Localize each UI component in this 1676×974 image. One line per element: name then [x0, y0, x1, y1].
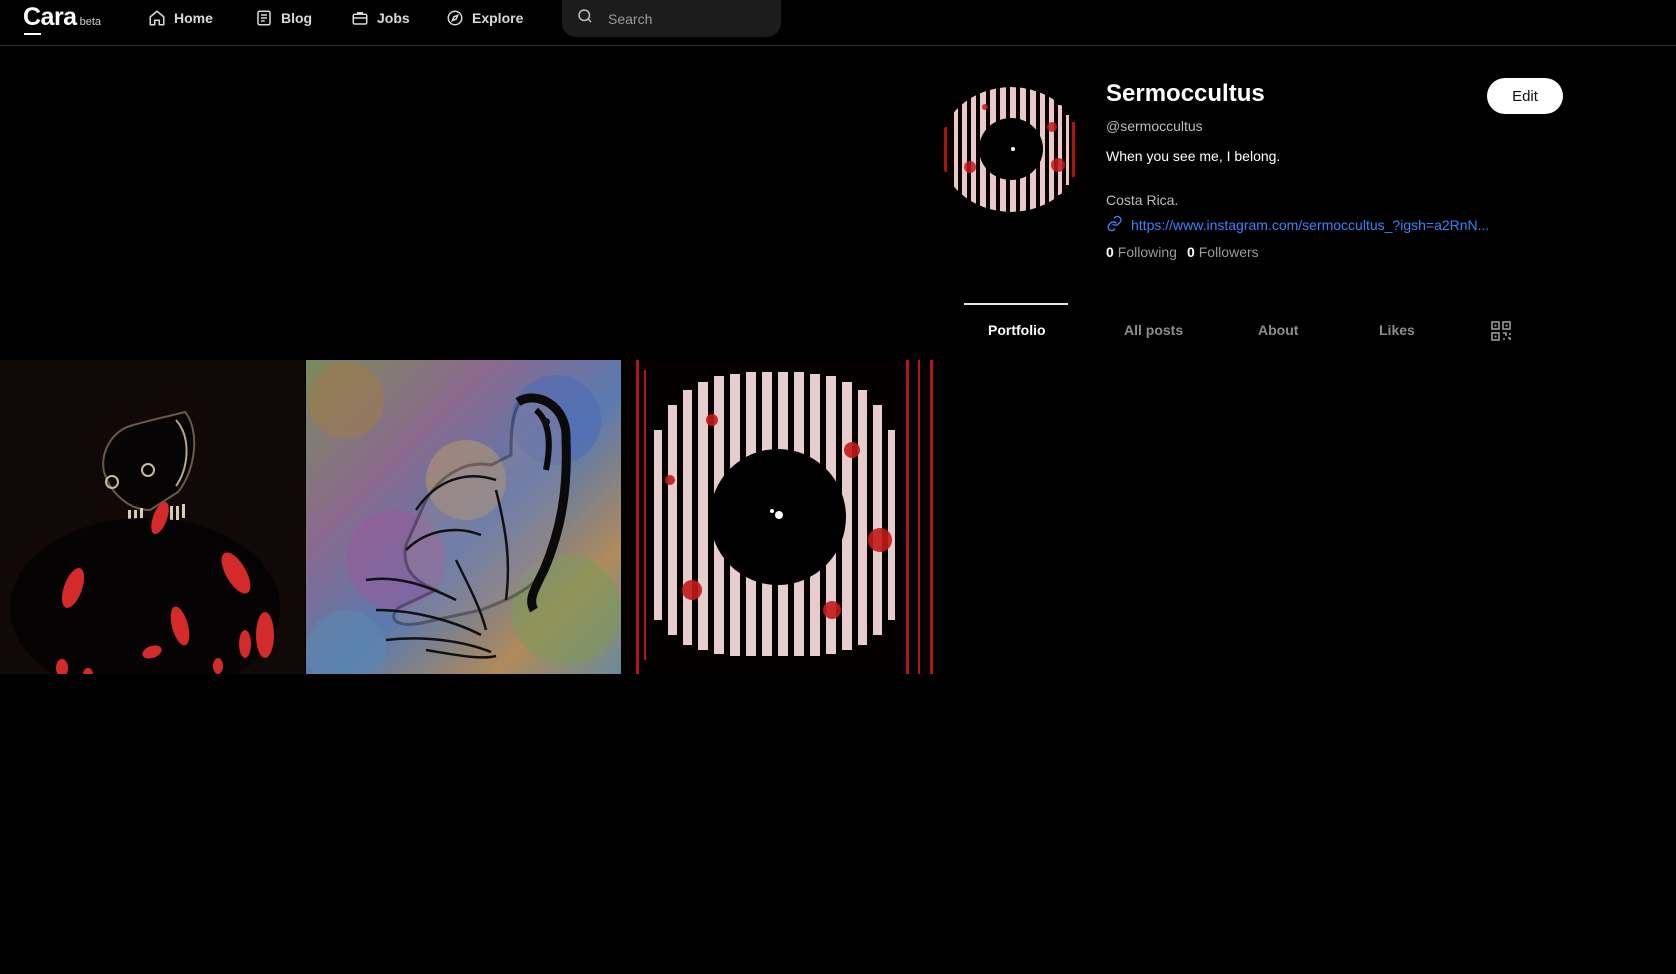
link-icon [1106, 215, 1123, 235]
tab-all-posts[interactable]: All posts [1124, 322, 1183, 338]
logo-text: Cara [23, 3, 77, 35]
portfolio-item-3[interactable] [622, 360, 938, 674]
briefcase-icon [351, 9, 369, 27]
blog-icon [255, 9, 273, 27]
artwork-crouching-figure [306, 360, 621, 674]
following-count: 0 [1106, 244, 1114, 260]
following-label: Following [1117, 244, 1177, 260]
profile-stats: 0 Following 0 Followers [1106, 244, 1259, 260]
artwork-striped-eye [622, 360, 938, 674]
profile-link-text: https://www.instagram.com/sermoccultus_?… [1131, 217, 1490, 233]
nav-blog[interactable]: Blog [255, 8, 312, 28]
following-stat[interactable]: 0 Following [1106, 244, 1177, 260]
artwork-skull-figure [0, 360, 305, 674]
qr-code-icon[interactable] [1491, 321, 1511, 341]
profile-avatar[interactable] [940, 87, 1082, 212]
nav-explore[interactable]: Explore [446, 8, 523, 28]
nav-jobs[interactable]: Jobs [351, 8, 410, 28]
home-icon [148, 9, 166, 27]
nav-explore-label: Explore [472, 10, 524, 26]
profile-location: Costa Rica. [1106, 192, 1179, 208]
followers-label: Followers [1198, 244, 1259, 260]
nav-blog-label: Blog [281, 10, 313, 26]
search-bar[interactable] [562, 0, 781, 37]
nav-home[interactable]: Home [148, 8, 213, 28]
active-tab-indicator [964, 303, 1068, 305]
search-input[interactable] [606, 9, 756, 28]
edit-profile-button[interactable]: Edit [1487, 78, 1563, 114]
compass-icon [446, 9, 464, 27]
tab-likes[interactable]: Likes [1379, 322, 1415, 338]
profile-website-link[interactable]: https://www.instagram.com/sermoccultus_?… [1106, 215, 1489, 235]
followers-stat[interactable]: 0 Followers [1187, 244, 1259, 260]
nav-jobs-label: Jobs [377, 10, 410, 26]
cara-logo[interactable]: Cara beta [23, 3, 102, 35]
tab-about[interactable]: About [1258, 322, 1298, 338]
profile-bio: When you see me, I belong. [1106, 148, 1281, 164]
top-navigation-bar: Cara beta Home Blog Jobs Explore [0, 0, 1676, 46]
profile-name: Sermoccultus [1106, 80, 1265, 107]
portfolio-item-2[interactable] [306, 360, 621, 674]
portfolio-item-1[interactable] [0, 360, 305, 674]
beta-badge: beta [79, 16, 102, 28]
profile-handle: @sermoccultus [1106, 118, 1203, 134]
tab-portfolio[interactable]: Portfolio [988, 322, 1046, 338]
nav-home-label: Home [174, 10, 213, 26]
followers-count: 0 [1186, 244, 1195, 260]
search-icon [576, 7, 594, 30]
